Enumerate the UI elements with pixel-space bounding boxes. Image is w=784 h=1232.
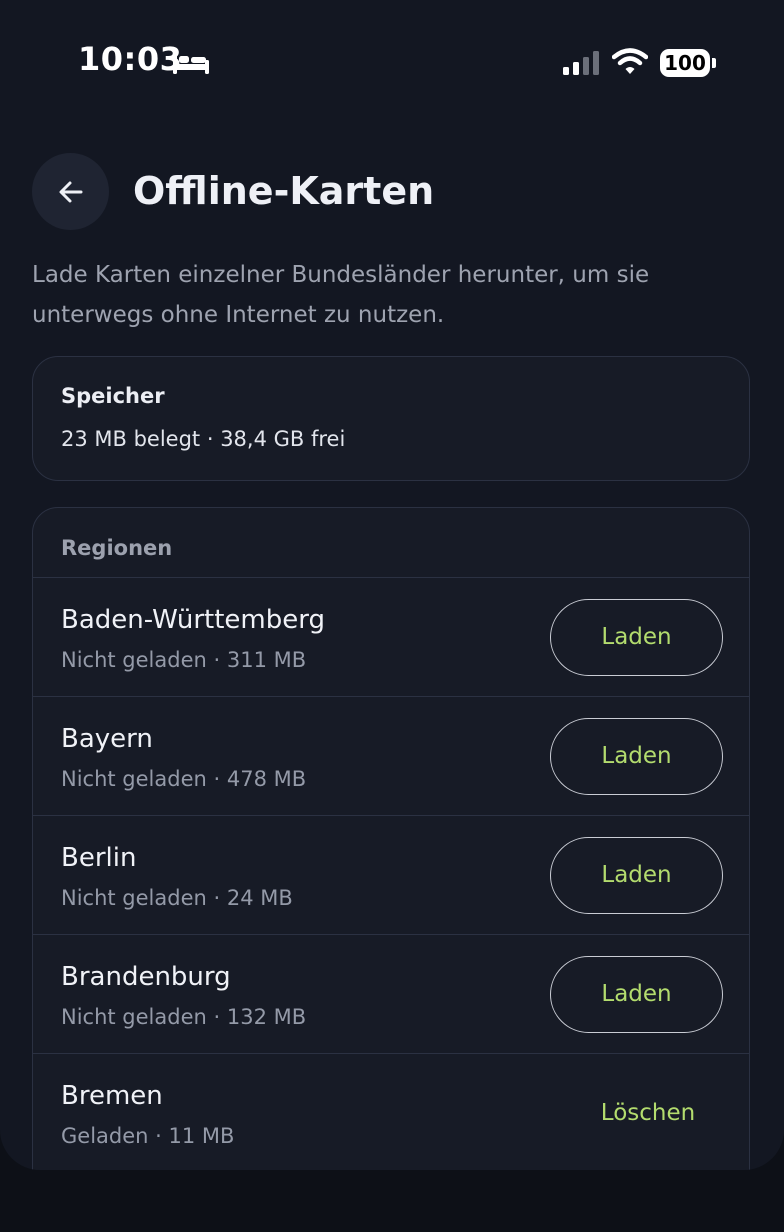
storage-label: Speicher bbox=[61, 384, 165, 408]
arrow-left-icon bbox=[59, 181, 82, 202]
wifi-icon bbox=[612, 48, 648, 74]
region-name: Bayern bbox=[61, 724, 153, 754]
bed-icon bbox=[173, 52, 209, 74]
region-meta: Nicht geladen · 132 MB bbox=[61, 1005, 307, 1029]
storage-value: 23 MB belegt · 38,4 GB frei bbox=[61, 427, 346, 451]
region-name: Baden-Württemberg bbox=[61, 605, 325, 635]
region-row-berlin: Berlin Nicht geladen · 24 MB Laden bbox=[33, 816, 749, 935]
battery-icon: 100 bbox=[660, 49, 710, 77]
signal-icon bbox=[563, 51, 599, 75]
region-meta: Nicht geladen · 311 MB bbox=[61, 648, 307, 672]
region-meta: Nicht geladen · 478 MB bbox=[61, 767, 307, 791]
region-name: Brandenburg bbox=[61, 962, 231, 992]
region-row-baden-wuerttemberg: Baden-Württemberg Nicht geladen · 311 MB… bbox=[33, 578, 749, 697]
load-button-baden-wuerttemberg[interactable]: Laden bbox=[550, 599, 723, 676]
region-name: Bremen bbox=[61, 1081, 163, 1111]
delete-button-bremen[interactable]: Löschen bbox=[573, 1075, 723, 1152]
region-meta: Geladen · 11 MB bbox=[61, 1124, 235, 1148]
region-meta: Nicht geladen · 24 MB bbox=[61, 886, 293, 910]
status-bar: 10:03 100 bbox=[0, 0, 784, 110]
load-button-berlin[interactable]: Laden bbox=[550, 837, 723, 914]
regions-header: Regionen bbox=[33, 508, 749, 578]
page-description: Lade Karten einzelner Bundesländer herun… bbox=[32, 262, 650, 328]
region-row-brandenburg: Brandenburg Nicht geladen · 132 MB Laden bbox=[33, 935, 749, 1054]
load-button-brandenburg[interactable]: Laden bbox=[550, 956, 723, 1033]
regions-card: Regionen Baden-Württemberg Nicht geladen… bbox=[32, 507, 750, 1170]
page-title: Offline-Karten bbox=[133, 169, 435, 213]
storage-card: Speicher 23 MB belegt · 38,4 GB frei bbox=[32, 356, 750, 481]
load-button-bayern[interactable]: Laden bbox=[550, 718, 723, 795]
region-row-bayern: Bayern Nicht geladen · 478 MB Laden bbox=[33, 697, 749, 816]
back-button[interactable] bbox=[32, 153, 109, 230]
app-screen: 10:03 100 Offline-Karten Lade Karten ein… bbox=[0, 0, 784, 1170]
battery-tip bbox=[712, 58, 716, 68]
region-row-bremen: Bremen Geladen · 11 MB Löschen bbox=[33, 1054, 749, 1170]
status-time: 10:03 bbox=[78, 40, 183, 78]
region-name: Berlin bbox=[61, 843, 137, 873]
